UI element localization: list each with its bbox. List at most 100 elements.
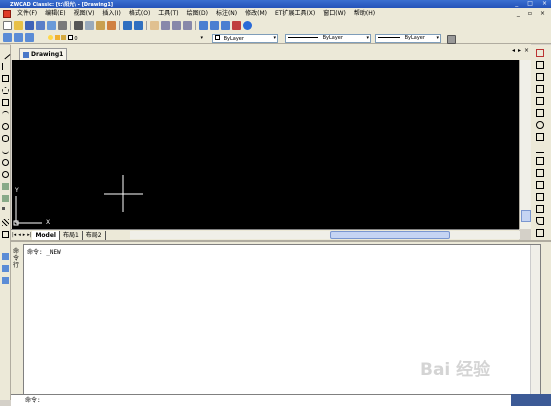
explode-icon[interactable]: [536, 229, 544, 237]
copy-icon[interactable]: [85, 20, 94, 30]
break-icon[interactable]: [536, 181, 544, 189]
polyline-icon[interactable]: [2, 75, 9, 82]
extend-icon[interactable]: [536, 169, 544, 177]
trim-icon[interactable]: [536, 157, 544, 165]
tab-layout1[interactable]: 布局1: [60, 230, 83, 240]
zoom-realtime-icon[interactable]: [161, 20, 170, 30]
next-layout-button[interactable]: ▸: [23, 232, 26, 238]
polygon-icon[interactable]: [2, 87, 9, 94]
last-layout-button[interactable]: ▸|: [27, 232, 31, 238]
mdi-close-button[interactable]: ×: [540, 8, 545, 19]
menu-edit[interactable]: 编辑(E): [41, 8, 69, 19]
arc-icon[interactable]: [2, 111, 9, 118]
redo-icon[interactable]: [134, 20, 143, 30]
tab-layout2[interactable]: 布局2: [83, 230, 106, 240]
mtext-icon[interactable]: [2, 265, 9, 272]
mdi-restore-button[interactable]: ▫: [528, 8, 532, 19]
copy-object-icon[interactable]: [536, 61, 544, 69]
layer-manager-icon[interactable]: [3, 32, 12, 42]
mirror-icon[interactable]: [536, 73, 544, 81]
zoom-previous-icon[interactable]: [183, 20, 192, 30]
design-center-icon[interactable]: [210, 20, 219, 30]
chamfer-icon[interactable]: [536, 205, 544, 213]
table-icon[interactable]: [2, 253, 9, 260]
array-icon[interactable]: [536, 97, 544, 105]
erase-icon[interactable]: [536, 49, 544, 57]
menu-draw[interactable]: 绘图(D): [183, 8, 212, 19]
menu-window[interactable]: 窗口(W): [319, 8, 350, 19]
maximize-button[interactable]: □: [527, 0, 533, 8]
scale-icon[interactable]: [536, 133, 544, 141]
print-icon[interactable]: [36, 20, 45, 30]
open-icon[interactable]: [14, 20, 23, 30]
canvas-vertical-scrollbar[interactable]: [519, 60, 531, 229]
layer-state-icon[interactable]: [14, 32, 23, 42]
tool-palette-icon[interactable]: [221, 20, 230, 30]
publish-icon[interactable]: [58, 20, 67, 30]
menu-insert[interactable]: 插入(I): [98, 8, 124, 19]
insert-block-icon[interactable]: [2, 183, 9, 190]
circle-icon[interactable]: [2, 123, 9, 130]
canvas-horizontal-scrollbar[interactable]: [130, 231, 520, 239]
region-icon[interactable]: [2, 231, 9, 238]
document-tab[interactable]: Drawing1: [19, 48, 68, 60]
previous-layout-button[interactable]: ◂: [18, 232, 21, 238]
match-properties-icon[interactable]: [107, 20, 116, 30]
tab-scroll-left-button[interactable]: ◂: [512, 47, 515, 54]
app-icon[interactable]: [3, 9, 11, 18]
vertical-scroll-thumb[interactable]: [521, 210, 531, 222]
plot-style-icon[interactable]: [447, 35, 456, 44]
tab-model[interactable]: Model: [32, 230, 60, 240]
point-icon[interactable]: [2, 207, 5, 210]
line-icon[interactable]: [0, 49, 11, 60]
zoom-window-icon[interactable]: [172, 20, 181, 30]
menu-view[interactable]: 视图(V): [70, 8, 99, 19]
menu-et-tools[interactable]: ET扩展工具(X): [271, 8, 319, 19]
mdi-minimize-button[interactable]: _: [517, 8, 520, 19]
drawing-canvas[interactable]: Y X: [12, 60, 519, 229]
color-dropdown[interactable]: ByLayer ▾: [212, 34, 278, 43]
fillet-icon[interactable]: [536, 217, 544, 225]
make-block-icon[interactable]: [2, 195, 9, 202]
menu-file[interactable]: 文件(F): [13, 8, 41, 19]
properties-icon[interactable]: [199, 20, 208, 30]
menu-tools[interactable]: 工具(T): [154, 8, 182, 19]
calculator-icon[interactable]: [232, 20, 241, 30]
join-icon[interactable]: [536, 193, 544, 201]
image-icon[interactable]: [2, 277, 9, 284]
new-icon[interactable]: [3, 20, 12, 30]
layer-previous-icon[interactable]: [25, 32, 34, 42]
linetype-dropdown[interactable]: ByLayer ▾: [285, 34, 371, 43]
paste-icon[interactable]: [96, 20, 105, 30]
menu-format[interactable]: 格式(O): [125, 8, 154, 19]
donut-icon[interactable]: [2, 171, 9, 178]
minimize-button[interactable]: _: [515, 0, 518, 8]
menu-help[interactable]: 帮助(H): [350, 8, 379, 19]
construction-line-icon[interactable]: [2, 63, 9, 70]
ellipse-icon[interactable]: [2, 135, 9, 142]
command-line-input[interactable]: 命令:: [11, 394, 551, 406]
horizontal-scroll-thumb[interactable]: [330, 231, 450, 239]
layer-dropdown[interactable]: 0 ▾: [45, 34, 205, 43]
cut-icon[interactable]: [74, 20, 83, 30]
first-layout-button[interactable]: |◂: [12, 232, 16, 238]
help-icon[interactable]: [243, 20, 252, 30]
command-history-scrollbar[interactable]: [530, 245, 540, 395]
rectangle-icon[interactable]: [2, 99, 9, 106]
ellipse-arc-icon[interactable]: [2, 159, 9, 166]
spline-icon[interactable]: [2, 147, 9, 154]
rotate-icon[interactable]: [536, 121, 544, 129]
save-icon[interactable]: [25, 20, 34, 30]
close-button[interactable]: ×: [542, 0, 547, 8]
stretch-icon[interactable]: [536, 145, 544, 153]
lineweight-dropdown[interactable]: ByLayer ▾: [375, 34, 441, 43]
offset-icon[interactable]: [536, 85, 544, 93]
move-icon[interactable]: [536, 109, 544, 117]
pan-icon[interactable]: [150, 20, 159, 30]
undo-icon[interactable]: [123, 20, 132, 30]
menu-modify[interactable]: 修改(M): [241, 8, 271, 19]
menu-dimension[interactable]: 标注(N): [212, 8, 241, 19]
hatch-icon[interactable]: [2, 219, 9, 226]
tab-scroll-right-button[interactable]: ▸: [518, 47, 521, 54]
close-document-button[interactable]: ×: [524, 47, 529, 54]
